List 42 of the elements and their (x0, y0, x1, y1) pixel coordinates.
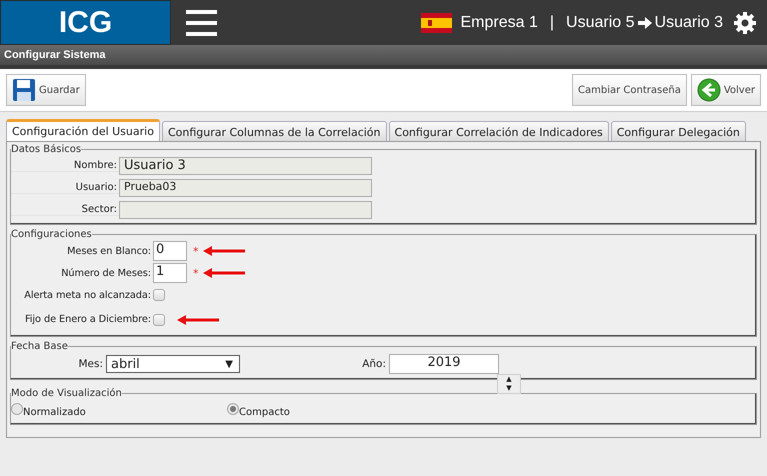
month-dropdown[interactable]: abril ▼ (106, 355, 240, 373)
field-label: Alerta meta no alcanzada: (23, 290, 152, 300)
menu-icon[interactable] (186, 10, 217, 36)
field-label: Fijo de Enero a Diciembre: (24, 314, 152, 325)
radio-button[interactable] (11, 402, 23, 414)
year-field[interactable]: 2019 (389, 354, 499, 374)
field-label: Año: (361, 358, 387, 370)
change-password-button[interactable]: Cambiar Contraseña (572, 74, 687, 106)
settings-icon[interactable] (733, 10, 757, 34)
tab[interactable]: Configurar Correlación de Indicadores (388, 121, 609, 141)
right-arrow-icon (638, 16, 652, 30)
required-mark: * (193, 244, 198, 258)
radio-label: Compacto (239, 406, 290, 418)
required-mark: * (193, 266, 198, 280)
field-label: Número de Meses: (60, 268, 152, 278)
group-label: Fecha Base (11, 341, 68, 352)
tab[interactable]: Configuración del Usuario (6, 119, 160, 141)
user-name: Usuario 3 (654, 14, 723, 32)
text-field[interactable]: Prueba03 (119, 179, 372, 197)
text-field[interactable]: Usuario 3 (119, 157, 372, 175)
save-button[interactable]: Guardar (6, 74, 86, 106)
text-field[interactable] (119, 201, 372, 219)
field-label: Mes: (77, 358, 104, 370)
flag-icon[interactable] (420, 12, 452, 32)
group-label: Datos Básicos (11, 144, 82, 155)
field-label: Meses en Blanco: (66, 246, 152, 256)
group-label: Modo de Visualización (11, 388, 122, 399)
logo: ICG (0, 0, 171, 45)
number-field[interactable]: 1 (153, 263, 187, 283)
group-label: Configuraciones (11, 229, 92, 240)
checkbox[interactable] (153, 314, 165, 326)
radio-button[interactable] (227, 402, 239, 414)
user-name: Usuario 5 (566, 14, 635, 32)
separator: | (550, 14, 554, 32)
radio-label: Normalizado (23, 406, 86, 418)
number-field[interactable]: 0 (153, 241, 187, 261)
page-title: Configurar Sistema (4, 49, 106, 61)
tab[interactable]: Configurar Delegación (610, 121, 746, 141)
company-name: Empresa 1 (460, 14, 538, 32)
back-button[interactable]: Volver (690, 74, 761, 106)
checkbox[interactable] (153, 289, 165, 301)
tab[interactable]: Configurar Columnas de la Correlación (162, 121, 387, 141)
